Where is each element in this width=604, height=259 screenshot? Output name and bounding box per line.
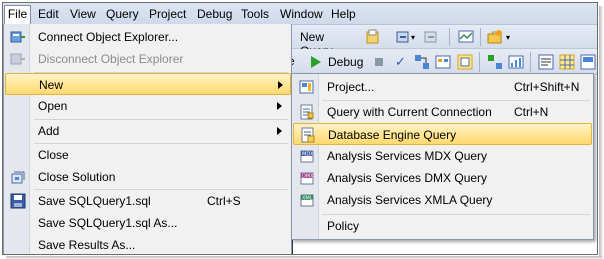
submenu-item-dmx-query[interactable]: DMX Analysis Services DMX Query	[293, 167, 592, 189]
menu-item-shortcut: Ctrl+S	[207, 194, 241, 208]
menu-item-add[interactable]: Add	[5, 120, 291, 142]
menu-item-label: Save Results As...	[38, 238, 136, 252]
include-plan-icon[interactable]	[487, 54, 503, 70]
menu-item-label: Disconnect Object Explorer	[38, 52, 184, 66]
undo-icon[interactable]	[395, 29, 411, 45]
database-engine-query-icon	[301, 127, 315, 143]
menu-edit[interactable]: Edit	[38, 7, 59, 23]
menu-item-close[interactable]: Close	[5, 144, 291, 166]
submenu-item-policy[interactable]: Policy	[293, 215, 592, 237]
open-file-icon[interactable]	[365, 29, 381, 45]
undo-dropdown-icon[interactable]: ▾	[411, 33, 415, 42]
mdx-icon: MDX	[300, 150, 314, 163]
activity-monitor-icon[interactable]	[458, 29, 474, 45]
submenu-item-xmla-query[interactable]: XML Analysis Services XMLA Query	[293, 189, 592, 211]
connect-icon	[10, 31, 25, 43]
dmx-icon: DMX	[300, 172, 314, 185]
menu-window[interactable]: Window	[280, 7, 323, 23]
results-to-file-icon[interactable]	[580, 54, 596, 70]
stop-icon[interactable]	[375, 58, 383, 66]
menu-tools[interactable]: Tools	[241, 7, 269, 23]
svg-text:MDX: MDX	[302, 152, 314, 158]
submenu-item-query-current-connection[interactable]: Query with Current Connection Ctrl+N	[293, 101, 592, 123]
submenu-item-shortcut: Ctrl+N	[514, 105, 549, 119]
submenu-item-shortcut: Ctrl+Shift+N	[514, 80, 580, 94]
menu-item-label: New	[39, 78, 64, 92]
results-to-grid-icon[interactable]	[559, 54, 575, 70]
svg-text:DMX: DMX	[302, 174, 314, 180]
menu-item-save-as[interactable]: Save SQLQuery1.sql As...	[5, 212, 291, 234]
submenu-item-mdx-query[interactable]: MDX Analysis Services MDX Query	[293, 145, 592, 167]
submenu-item-label: Project...	[327, 80, 375, 94]
intellisense-icon[interactable]	[457, 54, 473, 70]
submenu-arrow-icon	[277, 102, 282, 110]
menu-bar: File Edit View Query Project Debug Tools…	[3, 3, 597, 25]
menu-debug[interactable]: Debug	[197, 7, 232, 23]
toolbar-separator	[530, 52, 531, 72]
toolbar-options-icon[interactable]: ▾	[506, 33, 510, 42]
new-submenu: Project... Ctrl+Shift+N Query with Curre…	[291, 73, 594, 240]
project-icon	[299, 80, 314, 94]
menu-view[interactable]: View	[70, 7, 96, 23]
toolbar-separator	[449, 28, 450, 46]
menu-project[interactable]: Project	[149, 7, 186, 23]
submenu-arrow-icon	[278, 81, 283, 89]
file-menu: Connect Object Explorer... Disconnect Ob…	[3, 24, 292, 254]
menu-item-save-sqlquery1[interactable]: Save SQLQuery1.sql Ctrl+S	[5, 190, 291, 212]
menu-item-label: Close	[38, 148, 69, 162]
execute-debug-icon[interactable]	[308, 54, 324, 70]
menu-item-label: Close Solution	[38, 170, 116, 184]
client-statistics-icon[interactable]	[508, 54, 524, 70]
query-current-icon	[300, 104, 314, 120]
toolbar-separator	[480, 28, 481, 46]
folder-star-icon[interactable]	[487, 29, 503, 45]
close-solution-icon	[11, 171, 25, 184]
save-icon	[10, 193, 26, 209]
frame-shadow-right	[599, 6, 603, 258]
menu-item-open[interactable]: Open	[5, 95, 291, 117]
submenu-item-project[interactable]: Project... Ctrl+Shift+N	[293, 76, 592, 98]
menu-query[interactable]: Query	[106, 7, 139, 23]
redo-icon[interactable]	[423, 29, 439, 45]
menu-item-connect-object-explorer[interactable]: Connect Object Explorer...	[5, 26, 291, 48]
submenu-item-label: Query with Current Connection	[327, 105, 492, 119]
submenu-arrow-icon	[277, 127, 282, 135]
menu-item-close-solution[interactable]: Close Solution	[5, 166, 291, 188]
menu-item-label: Add	[38, 124, 60, 138]
menu-item-new[interactable]: New	[5, 73, 291, 95]
display-plan-icon[interactable]	[414, 54, 430, 70]
query-options-icon[interactable]	[435, 54, 451, 70]
submenu-item-label: Analysis Services MDX Query	[327, 149, 488, 163]
toolbar-separator	[479, 52, 480, 72]
menu-help[interactable]: Help	[331, 7, 356, 23]
submenu-item-label: Database Engine Query	[328, 128, 457, 142]
parse-checkmark-icon[interactable]: ✓	[395, 54, 406, 70]
submenu-item-label: Analysis Services DMX Query	[327, 171, 488, 185]
menu-item-label: Save SQLQuery1.sql	[38, 194, 151, 208]
submenu-item-label: Policy	[327, 219, 360, 233]
menu-item-save-results-as[interactable]: Save Results As...	[5, 234, 291, 254]
debug-button[interactable]: Debug	[328, 55, 363, 69]
menu-item-label: Connect Object Explorer...	[38, 30, 179, 44]
submenu-item-label: Analysis Services XMLA Query	[327, 193, 493, 207]
menu-item-label: Open	[38, 99, 68, 113]
svg-text:XML: XML	[302, 196, 313, 202]
new-query-button[interactable]: New Query	[286, 28, 358, 58]
menu-file[interactable]: File	[4, 5, 31, 25]
submenu-item-database-engine-query[interactable]: Database Engine Query	[293, 123, 592, 145]
xmla-icon: XML	[300, 194, 314, 207]
menu-item-disconnect-object-explorer[interactable]: Disconnect Object Explorer	[5, 48, 291, 70]
menu-item-label: Save SQLQuery1.sql As...	[38, 216, 178, 230]
results-to-text-icon[interactable]	[538, 54, 554, 70]
disconnect-icon	[10, 53, 25, 65]
application-window: File Edit View Query Project Debug Tools…	[2, 2, 598, 255]
